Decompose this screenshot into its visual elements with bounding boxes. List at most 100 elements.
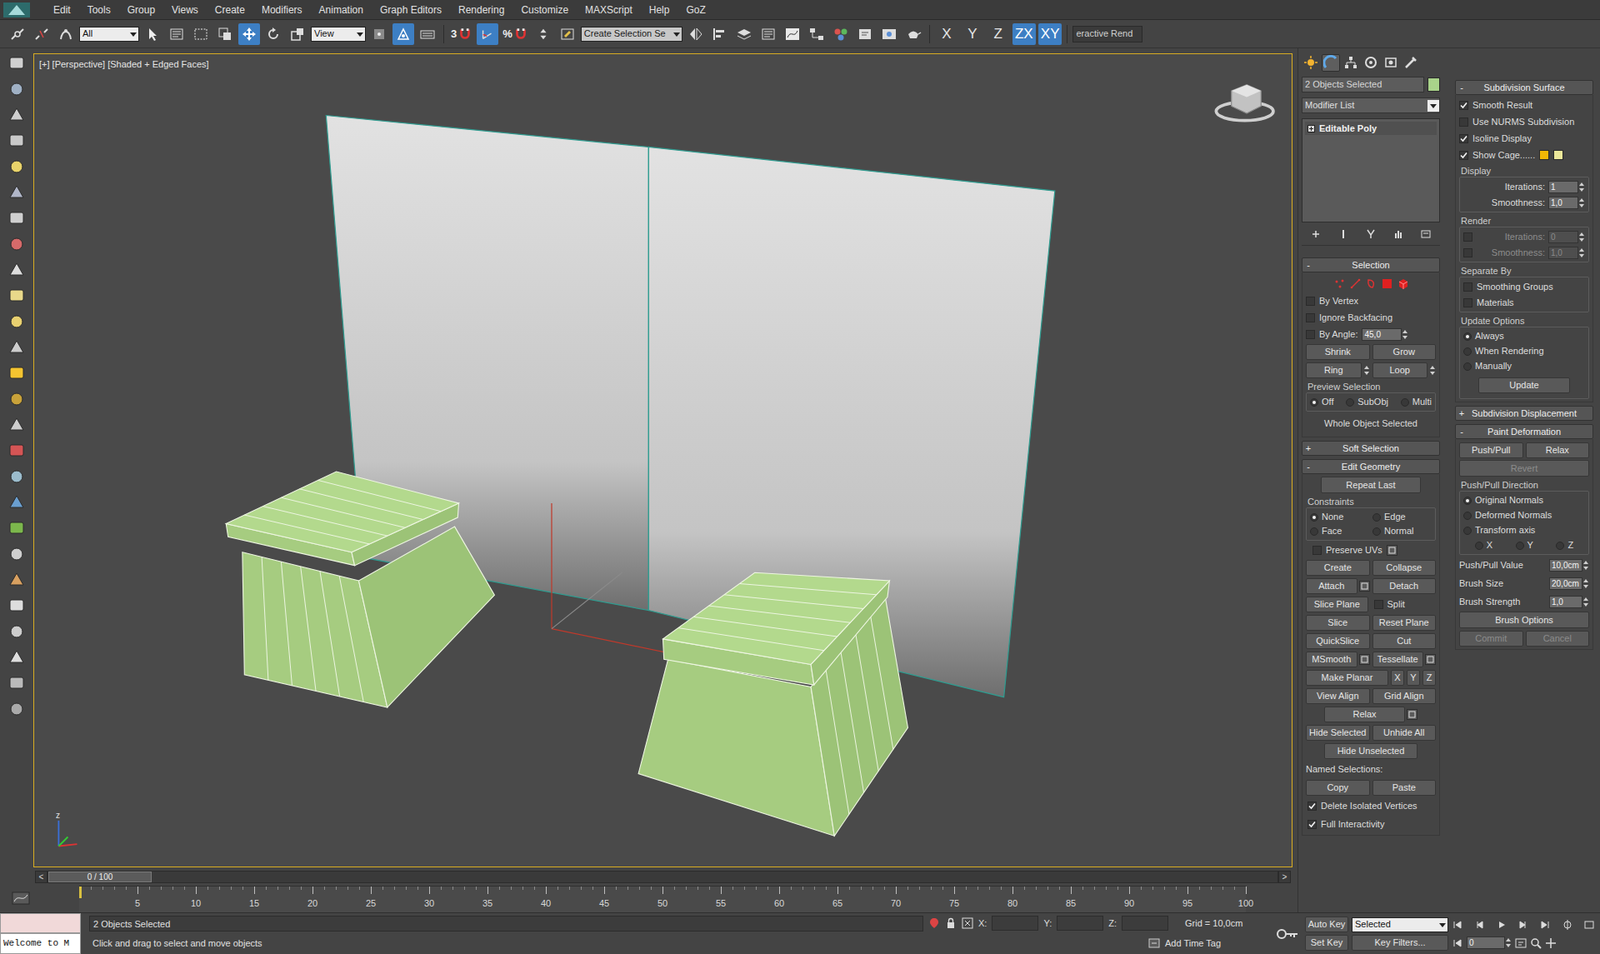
button[interactable]: Hide Selected: [1305, 725, 1370, 741]
spinner-value[interactable]: 1,0: [1548, 246, 1579, 260]
button[interactable]: QuickSlice: [1305, 633, 1370, 650]
time-slider-thumb[interactable]: 0 / 100: [48, 871, 152, 883]
stack-tool-icon[interactable]: [1365, 228, 1377, 240]
axis-constraint-button[interactable]: XY: [1038, 23, 1063, 45]
select-manipulate-button[interactable]: [392, 23, 415, 45]
command-panel-tab[interactable]: [1381, 54, 1400, 72]
spinner[interactable]: 0: [1466, 936, 1512, 950]
tool-icon[interactable]: [6, 285, 27, 306]
selection-filter-dropdown[interactable]: All: [79, 26, 140, 42]
tool-icon[interactable]: [6, 647, 27, 668]
checkbox[interactable]: [1312, 545, 1322, 555]
tool-icon[interactable]: [6, 621, 27, 642]
rollout-header[interactable]: +Soft Selection: [1301, 440, 1440, 456]
menu-item[interactable]: Modifiers: [253, 0, 311, 20]
add-time-tag-button[interactable]: Add Time Tag: [1165, 936, 1265, 951]
radio-option[interactable]: Transform axis: [1463, 523, 1585, 538]
menu-item[interactable]: Animation: [310, 0, 372, 20]
checkbox-row[interactable]: By Vertex: [1305, 293, 1436, 309]
radio-button[interactable]: [1463, 496, 1472, 505]
tool-icon[interactable]: [6, 544, 27, 565]
rollout-header[interactable]: -Paint Deformation: [1455, 424, 1594, 440]
button[interactable]: Z: [1422, 670, 1436, 686]
menu-item[interactable]: Customize: [512, 0, 577, 20]
rollout-toggle[interactable]: +: [1455, 408, 1468, 420]
track-bar-toggle[interactable]: [0, 884, 80, 913]
rollout-toggle[interactable]: -: [1455, 426, 1468, 438]
menu-item[interactable]: GoZ: [677, 0, 714, 20]
radio-button[interactable]: [1463, 347, 1472, 356]
modifier-list-dropdown[interactable]: Modifier List: [1301, 97, 1440, 114]
rollout-header[interactable]: -Edit Geometry: [1301, 459, 1440, 475]
tool-icon[interactable]: [6, 130, 27, 151]
object-color-swatch[interactable]: [1427, 77, 1440, 92]
radio-button[interactable]: [1310, 513, 1319, 522]
link-button[interactable]: [6, 23, 29, 45]
radio-button[interactable]: [1400, 398, 1410, 407]
radio-option[interactable]: Off: [1310, 395, 1334, 410]
rendered-frame-button[interactable]: [878, 23, 900, 45]
button[interactable]: Shrink: [1305, 344, 1370, 360]
checkbox[interactable]: [1459, 100, 1469, 110]
coordinate-field[interactable]: [991, 915, 1039, 931]
stack-tool-icon[interactable]: [1420, 228, 1432, 240]
checkbox-row[interactable]: Smooth Result: [1459, 97, 1590, 113]
checkbox[interactable]: [1463, 248, 1473, 258]
button[interactable]: Revert: [1459, 460, 1590, 477]
spinner-value[interactable]: 1: [1548, 180, 1579, 194]
tool-icon[interactable]: [6, 699, 27, 720]
subobject-level-icon[interactable]: [1381, 278, 1393, 290]
listener-output[interactable]: Welcome to M: [0, 933, 81, 954]
renderer-field[interactable]: eractive Rend: [1072, 25, 1143, 43]
axis-constraint-button[interactable]: ZX: [1012, 23, 1036, 45]
tool-icon[interactable]: [6, 570, 27, 590]
button[interactable]: Tessellate: [1372, 651, 1425, 668]
subobject-level-icon[interactable]: [1365, 278, 1377, 290]
spinner-value[interactable]: 0: [1466, 936, 1505, 950]
checkbox[interactable]: [1459, 117, 1469, 127]
radio-option[interactable]: When Rendering: [1463, 344, 1585, 359]
button[interactable]: Key Filters...: [1351, 935, 1449, 951]
pivot-button[interactable]: [368, 23, 390, 45]
curve-editor-button[interactable]: [781, 23, 804, 45]
object-name-field[interactable]: 2 Objects Selected: [1301, 76, 1425, 93]
select-by-name-button[interactable]: [165, 23, 188, 45]
checkbox[interactable]: [1463, 282, 1473, 292]
snap-toggle[interactable]: [476, 23, 499, 45]
radio-button[interactable]: [1463, 332, 1472, 341]
menu-item[interactable]: Tools: [79, 0, 120, 20]
coordinate-field[interactable]: [1056, 915, 1104, 931]
spinner[interactable]: 1,0: [1549, 595, 1590, 609]
button[interactable]: Commit: [1459, 630, 1524, 647]
radio-option[interactable]: X: [1475, 538, 1493, 553]
radio-option[interactable]: Face: [1310, 524, 1370, 539]
playback-icon[interactable]: [1473, 919, 1485, 931]
menu-item[interactable]: MAXScript: [576, 0, 641, 20]
cage-color-swatch[interactable]: [1553, 150, 1564, 160]
button[interactable]: Relax: [1525, 442, 1590, 459]
spinner-value[interactable]: 20,0cm: [1549, 577, 1583, 590]
subobject-level-icon[interactable]: [1350, 278, 1361, 290]
button[interactable]: Relax: [1324, 706, 1405, 723]
tool-icon[interactable]: [6, 208, 27, 229]
tool-icon[interactable]: [6, 105, 27, 125]
checkbox[interactable]: [1305, 313, 1315, 323]
command-panel-tab[interactable]: [1301, 54, 1320, 72]
radio-option[interactable]: Normal: [1372, 524, 1432, 539]
tool-icon[interactable]: [6, 53, 27, 74]
radio-button[interactable]: [1310, 527, 1319, 536]
command-panel-tab[interactable]: [1361, 54, 1380, 72]
spinner[interactable]: 20,0cm: [1549, 577, 1590, 590]
button[interactable]: Reset Plane: [1372, 615, 1437, 631]
button[interactable]: Brush Options: [1459, 611, 1590, 629]
checkbox-row[interactable]: Ignore Backfacing: [1305, 310, 1436, 325]
radio-button[interactable]: [1463, 526, 1472, 535]
spinner-value[interactable]: 45,0: [1361, 328, 1402, 341]
checkbox-row[interactable]: Show Cage......: [1459, 147, 1590, 163]
radio-button[interactable]: [1372, 513, 1381, 522]
playback-icon[interactable]: [1517, 919, 1530, 931]
checkbox[interactable]: [1305, 296, 1315, 306]
window-crossing-button[interactable]: [214, 23, 236, 45]
listener-input[interactable]: [0, 913, 81, 934]
radio-option[interactable]: Manually: [1463, 359, 1585, 374]
